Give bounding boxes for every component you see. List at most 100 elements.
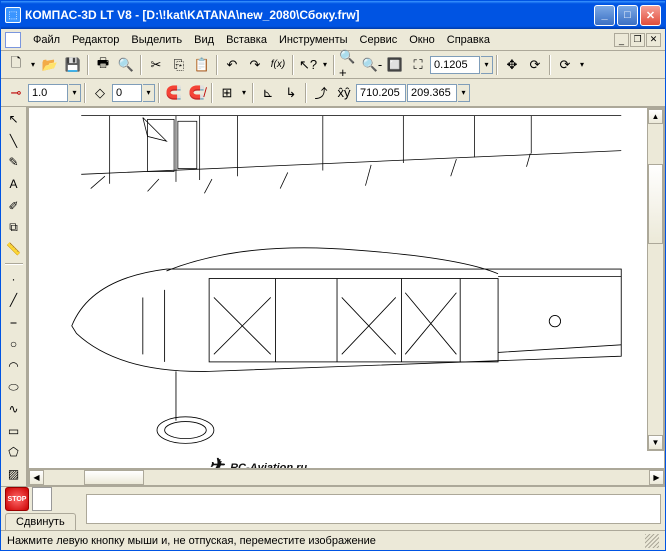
new-dropdown[interactable]: ▾: [28, 54, 38, 76]
grid-button[interactable]: ⊞: [216, 82, 238, 104]
close-button[interactable]: ✕: [640, 5, 661, 26]
pointer-button[interactable]: ↖?: [297, 54, 319, 76]
menu-file[interactable]: Файл: [27, 32, 66, 48]
param-tool[interactable]: ⧉: [4, 218, 24, 238]
menu-bar: Файл Редактор Выделить Вид Вставка Инстр…: [1, 29, 665, 51]
menu-window[interactable]: Окно: [403, 32, 441, 48]
zoom-dropdown[interactable]: ▾: [481, 56, 493, 74]
resize-grip-icon[interactable]: [645, 534, 659, 548]
local-cs-button[interactable]: ↳: [280, 82, 302, 104]
watermark-text: RC-Aviation.ru: [230, 462, 307, 469]
aux-line-tool[interactable]: ╱: [4, 291, 24, 311]
step-button[interactable]: ⤴: [310, 82, 332, 104]
window-titlebar: ⬚ КОМПАС-3D LT V8 - [D:\!kat\KATANA\new_…: [1, 1, 665, 29]
pan-button[interactable]: ✥: [501, 54, 523, 76]
menu-tools[interactable]: Инструменты: [273, 32, 354, 48]
scroll-left-button[interactable]: ◀: [29, 470, 44, 485]
refresh-button[interactable]: ⟳: [554, 54, 576, 76]
zoom-input[interactable]: [430, 56, 480, 74]
vertical-scroll-thumb[interactable]: [648, 164, 663, 244]
linetype-icon[interactable]: ⊸: [5, 82, 27, 104]
paste-button[interactable]: 📋: [191, 54, 213, 76]
work-area: ↖ ╲ ✎ A ✐ ⧉ 📏 · ╱ ⎯ ○ ◠ ⬭ ∿ ▭ ⬠ ▨: [1, 107, 665, 486]
menu-service[interactable]: Сервис: [354, 32, 404, 48]
drawing-canvas[interactable]: ✈ RC-Aviation.ru ▲ ▼: [28, 107, 665, 469]
mdi-minimize-button[interactable]: _: [614, 33, 629, 47]
status-bar: Нажмите левую кнопку мыши и, не отпуская…: [1, 530, 665, 550]
select-tool[interactable]: ↖: [4, 109, 24, 129]
circle-tool[interactable]: ○: [4, 334, 24, 354]
minimize-button[interactable]: _: [594, 5, 615, 26]
rect-tool[interactable]: ▭: [4, 421, 24, 441]
grid-dropdown[interactable]: ▾: [239, 82, 249, 104]
left-toolbar-1: ↖ ╲ ✎ A ✐ ⧉ 📏 · ╱ ⎯ ○ ◠ ⬭ ∿ ▭ ⬠ ▨: [1, 107, 27, 486]
main-toolbar: 🗋 ▾ 📂 💾 🖶 🔍 ✂ ⎘ 📋 ↶ ↷ f(x) ↖? ▾ 🔍+ 🔍- 🔲 …: [1, 51, 665, 79]
dimension-tool[interactable]: ✎: [4, 152, 24, 172]
zoom-fit-button[interactable]: ⛶: [407, 54, 429, 76]
vertical-scrollbar[interactable]: ▲ ▼: [647, 108, 664, 451]
horizontal-scrollbar[interactable]: ◀ ▶: [28, 469, 665, 486]
document-icon: [5, 32, 21, 48]
menu-view[interactable]: Вид: [188, 32, 220, 48]
spline-tool[interactable]: ∿: [4, 399, 24, 419]
zoom-out-button[interactable]: 🔍-: [361, 54, 383, 76]
menu-editor[interactable]: Редактор: [66, 32, 125, 48]
snap-off-button[interactable]: 🧲̸: [186, 82, 208, 104]
snap-on-button[interactable]: 🧲: [163, 82, 185, 104]
print-button[interactable]: 🖶: [92, 54, 114, 76]
page-icon[interactable]: [32, 487, 52, 511]
scroll-down-button[interactable]: ▼: [648, 435, 663, 450]
watermark: ✈ RC-Aviation.ru: [209, 448, 307, 469]
undo-button[interactable]: ↶: [221, 54, 243, 76]
command-tab[interactable]: Сдвинуть: [5, 513, 76, 530]
mdi-restore-button[interactable]: ❐: [630, 33, 645, 47]
scroll-right-button[interactable]: ▶: [649, 470, 664, 485]
mdi-close-button[interactable]: ✕: [646, 33, 661, 47]
coord-dropdown[interactable]: ▾: [458, 84, 470, 102]
save-button[interactable]: 💾: [62, 54, 84, 76]
fx-button[interactable]: f(x): [267, 54, 289, 76]
layer-input[interactable]: [112, 84, 142, 102]
text-tool[interactable]: A: [4, 174, 24, 194]
coord-y-input[interactable]: [407, 84, 457, 102]
scroll-up-button[interactable]: ▲: [648, 109, 663, 124]
command-panel: STOP Сдвинуть: [1, 486, 665, 530]
layer-dropdown[interactable]: ▾: [143, 84, 155, 102]
zoom-window-button[interactable]: 🔲: [384, 54, 406, 76]
cut-button[interactable]: ✂: [145, 54, 167, 76]
app-icon: ⬚: [5, 7, 21, 23]
new-button[interactable]: 🗋: [5, 54, 27, 76]
pointer-dropdown[interactable]: ▾: [320, 54, 330, 76]
arc-tool[interactable]: ◠: [4, 356, 24, 376]
ellipse-tool[interactable]: ⬭: [4, 377, 24, 397]
refresh-dropdown[interactable]: ▾: [577, 54, 587, 76]
polygon-tool[interactable]: ⬠: [4, 443, 24, 463]
open-button[interactable]: 📂: [39, 54, 61, 76]
point-tool[interactable]: ·: [4, 269, 24, 289]
horizontal-scroll-thumb[interactable]: [84, 470, 144, 485]
edit-tool[interactable]: ✐: [4, 196, 24, 216]
stop-button[interactable]: STOP: [5, 487, 29, 511]
status-text: Нажмите левую кнопку мыши и, не отпуская…: [7, 535, 376, 547]
menu-help[interactable]: Справка: [441, 32, 496, 48]
measure-tool[interactable]: 📏: [4, 239, 24, 259]
hatch-tool[interactable]: ▨: [4, 464, 24, 484]
coord-x-input[interactable]: [356, 84, 406, 102]
menu-insert[interactable]: Вставка: [220, 32, 273, 48]
line-tool[interactable]: ╲: [4, 131, 24, 151]
airplane-icon: ✈: [209, 455, 224, 469]
rotate-button[interactable]: ⟳: [524, 54, 546, 76]
zoom-in-button[interactable]: 🔍+: [338, 54, 360, 76]
preview-button[interactable]: 🔍: [115, 54, 137, 76]
redo-button[interactable]: ↷: [244, 54, 266, 76]
window-title: КОМПАС-3D LT V8 - [D:\!kat\KATANA\new_20…: [25, 8, 594, 22]
ortho-button[interactable]: ⊾: [257, 82, 279, 104]
copy-button[interactable]: ⎘: [168, 54, 190, 76]
command-input-area[interactable]: [86, 494, 661, 524]
layer-icon[interactable]: ◇: [89, 82, 111, 104]
menu-select[interactable]: Выделить: [125, 32, 188, 48]
linewidth-input[interactable]: [28, 84, 68, 102]
segment-tool[interactable]: ⎯: [4, 312, 24, 332]
linewidth-dropdown[interactable]: ▾: [69, 84, 81, 102]
maximize-button[interactable]: □: [617, 5, 638, 26]
